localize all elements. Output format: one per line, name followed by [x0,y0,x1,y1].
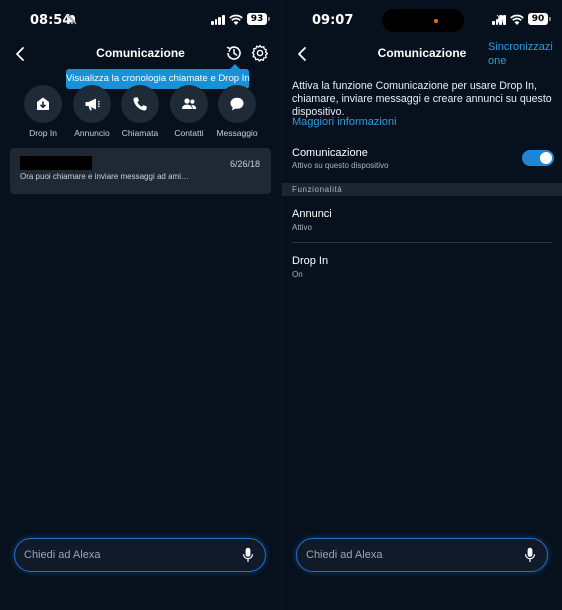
history-icon[interactable] [224,43,244,63]
contacts-button[interactable]: Contatti [164,85,214,138]
feature-title: Drop In [292,255,329,267]
action-label: Messaggio [216,128,258,138]
status-time: 08:54 [30,13,72,28]
quick-actions: Drop In Annuncio Chiamata Contatti Messa… [0,85,281,140]
divider [292,242,552,243]
conversation-preview: Ora puoi chiamare e inviare messaggi ad … [20,172,189,181]
ask-alexa-placeholder: Chiedi ad Alexa [24,549,101,561]
battery-indicator: 90 [528,13,551,25]
ask-alexa-bar[interactable]: Chiedi ad Alexa [14,538,266,572]
microphone-icon[interactable] [524,547,536,563]
ask-alexa-bar[interactable]: Chiedi ad Alexa [296,538,548,572]
more-info-link[interactable]: Maggiori informazioni [292,116,397,128]
communication-setting-title: Comunicazione [292,147,368,159]
microphone-icon[interactable] [242,547,254,563]
contacts-icon [170,85,208,123]
communication-setting-subtitle: Attivo su questo dispositivo [292,161,389,170]
megaphone-icon [73,85,111,123]
conversation-item[interactable]: 6/26/18 Ora puoi chiamare e inviare mess… [10,148,271,194]
message-icon [218,85,256,123]
announcement-button[interactable]: Annuncio [67,85,117,138]
communication-screen: 08:54 93 Comunicazione Visualizza la cro… [0,0,281,610]
communication-toggle[interactable] [522,150,554,166]
redacted-contact-name [20,156,92,170]
sync-button[interactable]: Sincronizzazione [488,40,558,68]
call-button[interactable]: Chiamata [115,85,165,138]
message-button[interactable]: Messaggio [212,85,262,138]
ask-alexa-placeholder: Chiedi ad Alexa [306,549,383,561]
signal-icon [211,15,225,25]
features-section-header: Funzionalità [282,183,562,196]
status-bar: 09:07 90 [282,0,562,38]
phone-icon [121,85,159,123]
wifi-icon [510,13,524,25]
communication-settings-screen: 09:07 90 Comunicazione Sincronizzazione … [281,0,562,610]
status-time: 09:07 [312,13,354,28]
mute-bell-icon [67,14,77,28]
feature-status: Attivo [292,223,313,232]
signal-icon [492,15,506,25]
intro-text: Attiva la funzione Comunicazione per usa… [292,80,552,118]
conversation-date: 6/26/18 [229,159,260,169]
header: Comunicazione Sincronizzazione [282,40,562,68]
recording-dot-icon [434,19,438,23]
dynamic-island [382,9,464,32]
toggle-knob [540,152,552,164]
feature-title: Annunci [292,208,332,220]
action-label: Contatti [174,128,204,138]
wifi-icon [229,13,243,25]
action-label: Drop In [29,128,57,138]
action-label: Annuncio [74,128,110,138]
status-bar: 08:54 93 [0,0,281,38]
battery-indicator: 93 [247,13,270,25]
drop-in-button[interactable]: Drop In [18,85,68,138]
action-label: Chiamata [121,128,159,138]
gear-icon[interactable] [250,43,270,63]
feature-status: On [292,270,303,279]
drop-in-icon [24,85,62,123]
